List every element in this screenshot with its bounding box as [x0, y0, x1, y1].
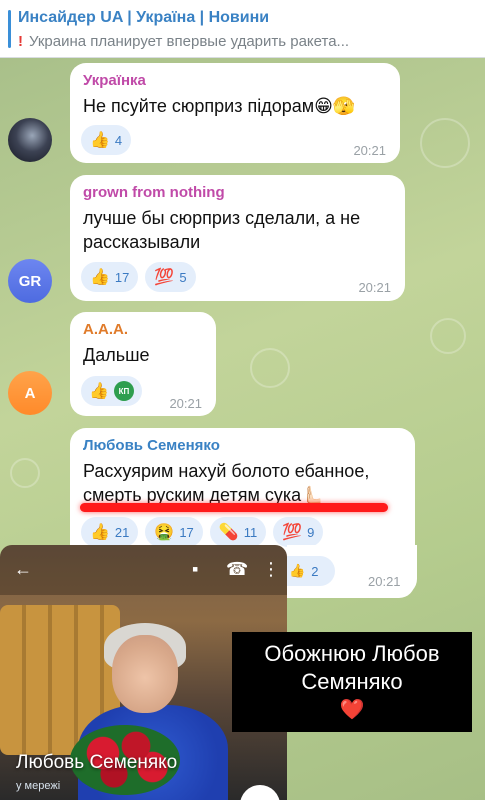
reaction-count: 9 [307, 524, 315, 540]
reactions-row: 👍 17 💯 5 [81, 262, 196, 292]
reaction-count: 21 [114, 524, 130, 540]
message-bubble[interactable]: Українка Не псуйте сюрприз підорам😁🫣 👍 4… [70, 63, 400, 163]
reaction-hundred[interactable]: 💯 9 [273, 517, 324, 547]
message-text: Дальше [83, 345, 150, 365]
message-text: Не псуйте сюрприз підорам😁🫣 [83, 96, 356, 116]
floating-action-button[interactable] [240, 785, 280, 800]
phone-icon[interactable]: ☎ [226, 559, 248, 580]
pinned-preview: ! Украина планирует впервые ударить ракет… [18, 33, 349, 50]
reaction-thumbs-up[interactable]: 👍 21 [81, 517, 139, 547]
hundred-points-icon: 💯 [154, 269, 175, 286]
message-author[interactable]: Українка [83, 72, 146, 89]
avatar[interactable]: GR [8, 259, 52, 303]
more-vertical-icon[interactable]: ⋮ [262, 559, 280, 580]
reaction-thumbs-up[interactable]: 👍 17 [81, 262, 139, 292]
heart-icon: ❤️ [339, 699, 365, 721]
message-text-line: лучше бы сюрприз сделали, а не [83, 208, 361, 228]
thumbs-up-icon: 👍 [90, 269, 110, 286]
pinned-accent-bar [8, 10, 11, 48]
reactions-row: 👍 21 🤮 17 💊 11 💯 9 [81, 517, 324, 547]
profile-name: Любовь Семеняко [16, 752, 178, 773]
caption-line: Обожнюю Любов [264, 641, 440, 666]
arrow-left-icon[interactable]: ← [14, 559, 32, 580]
message-author[interactable]: Любовь Семеняко [83, 437, 220, 454]
red-highlight-underline [80, 503, 388, 512]
message-author[interactable]: A.A.A. [83, 321, 128, 338]
thumbs-up-icon: 👍 [289, 563, 306, 578]
reaction-vomit[interactable]: 🤮 17 [145, 517, 203, 547]
hundred-points-icon: 💯 [282, 524, 303, 541]
avatar-initials: A [24, 384, 36, 402]
thumbs-up-icon: 👍 [89, 383, 109, 400]
message-author[interactable]: grown from nothing [83, 184, 225, 201]
reaction-count: 2 [311, 563, 319, 579]
kp-badge-icon[interactable]: КП [113, 381, 134, 401]
doodle-decoration [420, 118, 470, 168]
doodle-decoration [10, 458, 40, 488]
pinned-message-bar[interactable]: Инсайдер UA | Україна | Новини ! Украина … [0, 0, 485, 58]
video-camera-icon[interactable]: ▪ [192, 559, 198, 580]
reaction-thumbs-up[interactable]: 👍 КП [81, 376, 142, 406]
reaction-thumbs-up[interactable]: 👍 2 [287, 556, 335, 586]
message-text-line: Расхуярим нахуй болото ебанное, [83, 461, 370, 481]
reaction-count: 11 [243, 524, 258, 540]
doodle-decoration [250, 348, 290, 388]
reaction-count: 17 [114, 269, 130, 285]
reaction-count: 4 [114, 132, 123, 148]
pill-icon: 💊 [218, 524, 239, 541]
profile-status: у мережі [16, 780, 61, 792]
message-time: 20:21 [169, 396, 202, 411]
message-time: 20:21 [358, 280, 391, 295]
person-face-image [112, 635, 178, 713]
message-bubble[interactable]: grown from nothing лучше бы сюрприз сдел… [70, 175, 405, 301]
vomiting-face-icon: 🤮 [154, 524, 175, 541]
message-text-line: рассказывали [83, 232, 201, 252]
exclamation-icon: ! [18, 33, 23, 50]
reactions-row: 👍 4 [81, 125, 132, 155]
caption-box: Обожнюю Любов Семяняко ❤️ [232, 632, 472, 732]
message-time: 20:21 [353, 143, 386, 158]
avatar-initials: GR [18, 272, 42, 290]
pinned-channel-title: Инсайдер UA | Україна | Новини [18, 9, 270, 26]
message-time: 20:21 [368, 574, 401, 589]
caption-line: Семяняко [301, 669, 403, 694]
avatar[interactable]: A [8, 371, 52, 415]
reaction-hundred[interactable]: 💯 5 [145, 262, 196, 292]
reactions-row: 👍 КП [81, 376, 142, 406]
reaction-thumbs-up[interactable]: 👍 4 [81, 125, 132, 155]
thumbs-up-icon: 👍 [90, 524, 110, 541]
thumbs-up-icon: 👍 [90, 132, 110, 149]
doodle-decoration [430, 318, 466, 354]
reaction-count: 17 [179, 524, 194, 540]
pinned-preview-text: Украина планирует впервые ударить ракета… [29, 33, 350, 50]
reaction-pill[interactable]: 💊 11 [209, 517, 267, 547]
avatar[interactable] [8, 118, 52, 162]
reaction-count: 5 [179, 269, 187, 285]
message-bubble[interactable]: A.A.A. Дальше 👍 КП 20:21 [70, 312, 216, 416]
